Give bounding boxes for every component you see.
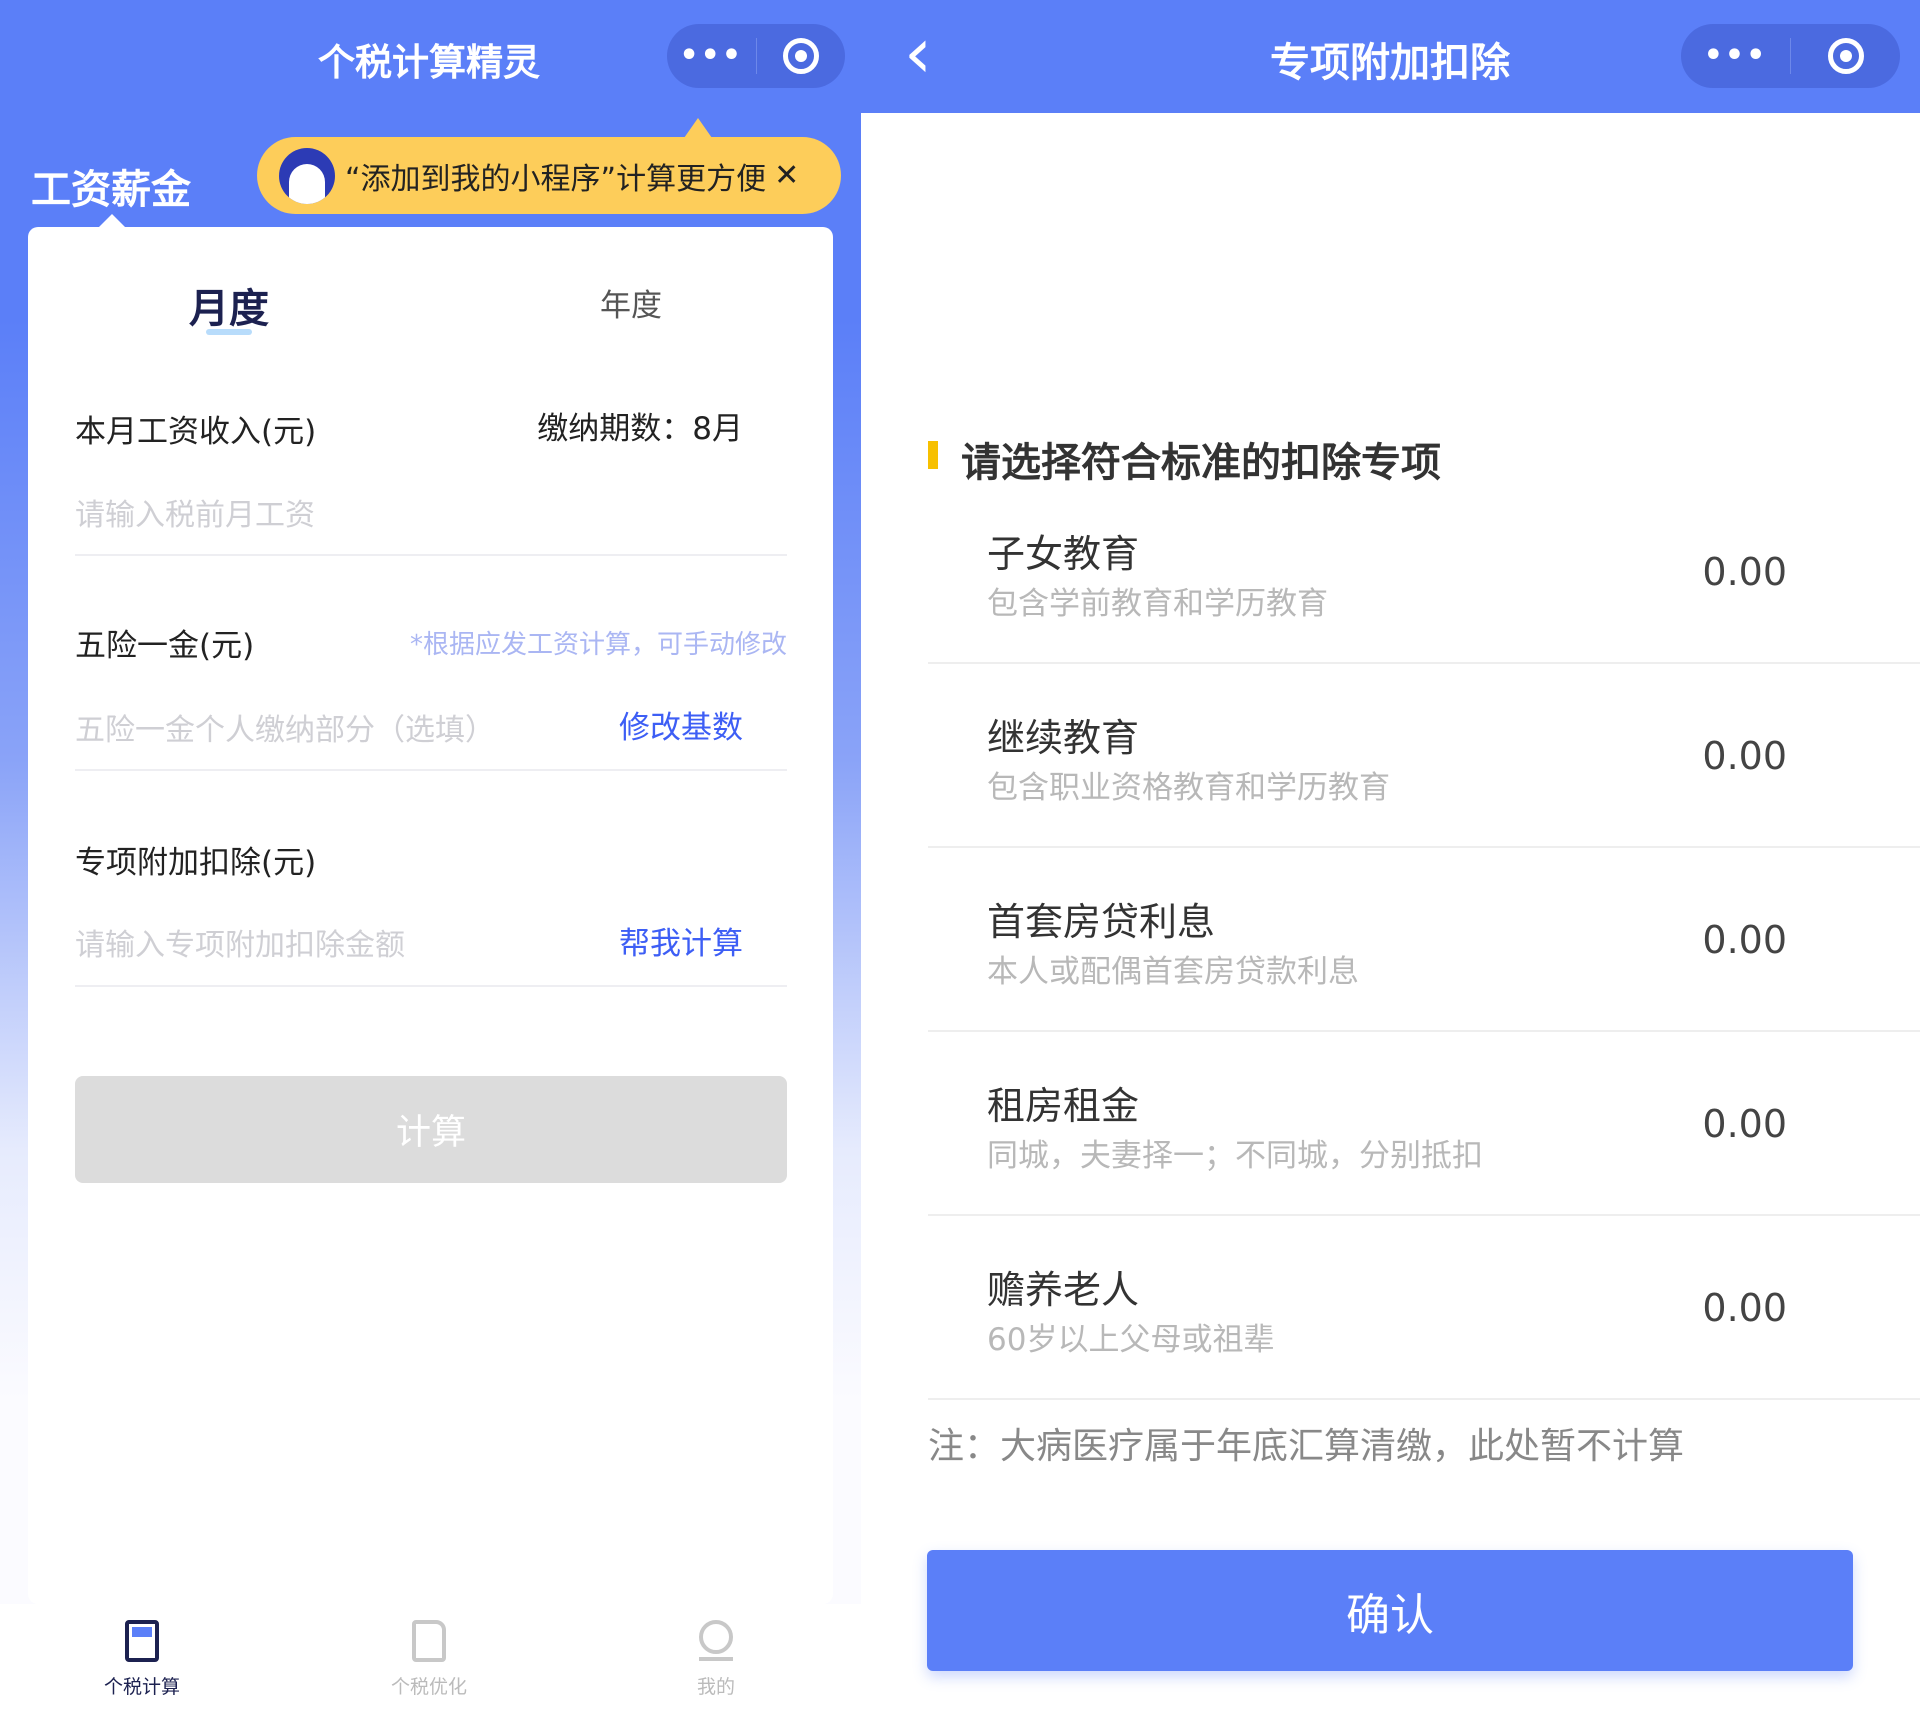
tabbar-item-optimize[interactable]: 个税优化 <box>379 1620 479 1720</box>
modify-base-button[interactable]: 修改基数 <box>619 702 743 747</box>
page-title: 专项附加扣除 <box>1270 30 1510 88</box>
item-title: 首套房贷利息 <box>987 891 1215 946</box>
deduction-input[interactable]: 请输入专项附加扣除金额 <box>75 920 405 964</box>
item-title: 继续教育 <box>987 707 1139 762</box>
more-button[interactable]: ••• <box>667 24 756 88</box>
target-icon <box>1828 38 1864 74</box>
note-text: 注：大病医疗属于年底汇算清缴，此处暂不计算 <box>928 1417 1684 1469</box>
item-value: 0.00 <box>1702 550 1787 594</box>
item-title: 子女教育 <box>987 523 1139 578</box>
deduction-list: 子女教育 包含学前教育和学历教育 0.00 继续教育 包含职业资格教育和学历教育… <box>928 480 1920 1400</box>
more-button[interactable]: ••• <box>1681 24 1790 88</box>
item-title: 赡养老人 <box>987 1259 1139 1314</box>
item-value: 0.00 <box>1702 734 1787 778</box>
item-value: 0.00 <box>1702 1102 1787 1146</box>
tabbar-label: 个税计算 <box>92 1672 192 1699</box>
salary-label: 本月工资收入(元) <box>75 406 316 451</box>
period-count: 缴纳期数：8月 <box>537 403 743 448</box>
item-value: 0.00 <box>1702 1286 1787 1330</box>
insurance-hint: *根据应发工资计算，可手动修改 <box>410 624 787 661</box>
target-icon <box>783 38 819 74</box>
back-button[interactable]: ‹ <box>904 18 932 88</box>
deduction-label: 专项附加扣除(元) <box>75 837 316 882</box>
capsule-menu: ••• <box>667 24 845 88</box>
tab-yearly[interactable]: 年度 <box>600 280 662 325</box>
deduction-item-elderly-support[interactable]: 赡养老人 60岁以上父母或祖辈 0.00 <box>928 1216 1920 1400</box>
divider <box>75 985 787 987</box>
tooltip-arrow <box>684 118 712 138</box>
tabbar-item-mine[interactable]: 我的 <box>666 1620 766 1720</box>
confirm-button[interactable]: 确认 <box>927 1550 1853 1671</box>
tabbar-label: 我的 <box>666 1672 766 1699</box>
tooltip-text: “添加到我的小程序”计算更方便 <box>345 154 766 198</box>
deduction-item-children-education[interactable]: 子女教育 包含学前教育和学历教育 0.00 <box>928 480 1920 664</box>
section-marker <box>928 441 938 469</box>
calculate-button[interactable]: 计算 <box>75 1076 787 1183</box>
divider <box>75 769 787 771</box>
deduction-item-mortgage-interest[interactable]: 首套房贷利息 本人或配偶首套房贷款利息 0.00 <box>928 848 1920 1032</box>
deduction-item-rent[interactable]: 租房租金 同城，夫妻择一；不同城，分别抵扣 0.00 <box>928 1032 1920 1216</box>
insurance-input[interactable]: 五险一金个人缴纳部分（选填） <box>75 705 495 749</box>
section-title: 工资薪金 <box>31 157 191 215</box>
add-miniprogram-tooltip: “添加到我的小程序”计算更方便 ✕ <box>257 137 841 214</box>
help-calculate-button[interactable]: 帮我计算 <box>619 918 743 963</box>
item-subtitle: 60岁以上父母或祖辈 <box>987 1314 1274 1359</box>
document-icon <box>412 1620 446 1662</box>
close-miniprogram-button[interactable] <box>1791 38 1900 74</box>
tab-monthly[interactable]: 月度 <box>189 276 269 334</box>
salary-input[interactable]: 请输入税前月工资 <box>75 490 787 534</box>
item-value: 0.00 <box>1702 918 1787 962</box>
active-tab-indicator <box>206 329 252 335</box>
calculator-screen: 个税计算精灵 ••• 工资薪金 “添加到我的小程序”计算更方便 ✕ 月度 年度 … <box>0 0 861 1728</box>
calculator-icon <box>125 1620 159 1662</box>
item-subtitle: 本人或配偶首套房贷款利息 <box>987 946 1359 991</box>
item-subtitle: 包含职业资格教育和学历教育 <box>987 762 1390 807</box>
item-title: 租房租金 <box>987 1075 1139 1130</box>
tabbar-label: 个税优化 <box>379 1672 479 1699</box>
close-miniprogram-button[interactable] <box>757 38 846 74</box>
tooltip-close-button[interactable]: ✕ <box>774 158 799 193</box>
app-title: 个税计算精灵 <box>318 32 540 86</box>
tabbar-item-calc[interactable]: 个税计算 <box>92 1620 192 1720</box>
item-subtitle: 同城，夫妻择一；不同城，分别抵扣 <box>987 1130 1483 1175</box>
deduction-screen: ‹ 专项附加扣除 ••• 请选择符合标准的扣除专项 子女教育 包含学前教育和学历… <box>861 0 1920 1728</box>
user-icon <box>699 1620 733 1662</box>
divider <box>75 554 787 556</box>
section-pointer <box>98 214 126 228</box>
insurance-label: 五险一金(元) <box>75 620 254 665</box>
bear-avatar-icon <box>279 148 335 204</box>
deduction-item-continuing-education[interactable]: 继续教育 包含职业资格教育和学历教育 0.00 <box>928 664 1920 848</box>
capsule-menu: ••• <box>1681 24 1900 88</box>
item-subtitle: 包含学前教育和学历教育 <box>987 578 1328 623</box>
tab-bar: 个税计算 个税优化 我的 <box>0 1604 861 1728</box>
